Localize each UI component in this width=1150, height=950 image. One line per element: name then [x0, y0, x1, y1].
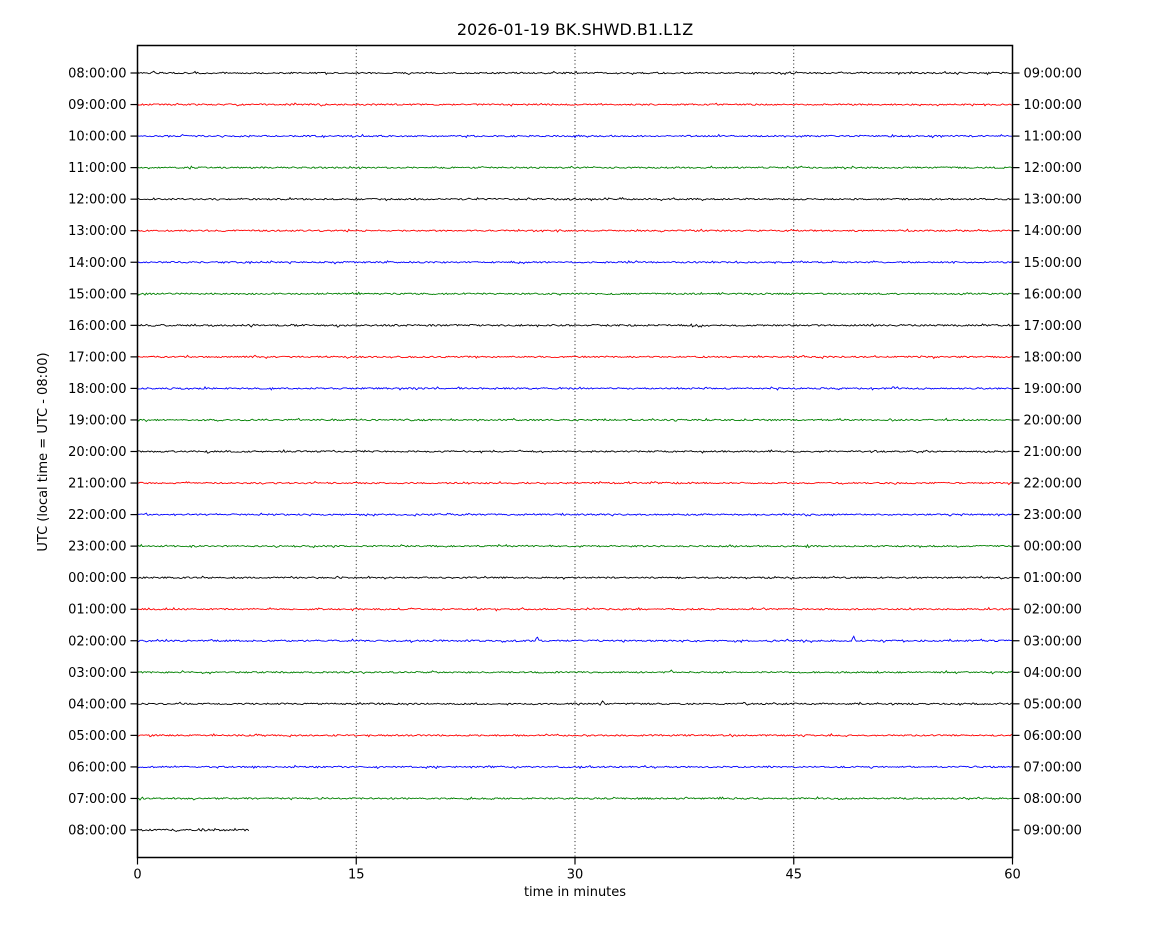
y-tick-left-label: 20:00:00	[68, 445, 126, 460]
y-tick-right-label: 23:00:00	[1024, 508, 1082, 523]
y-tick-right-label: 18:00:00	[1024, 350, 1082, 365]
y-tick-right-label: 14:00:00	[1024, 224, 1082, 239]
y-tick-right-label: 12:00:00	[1024, 161, 1082, 176]
y-tick-left-label: 05:00:00	[68, 729, 126, 744]
y-tick-right-label: 02:00:00	[1024, 603, 1082, 618]
trace-row	[138, 482, 1013, 485]
y-axis-label: UTC (local time = UTC - 08:00)	[36, 352, 51, 551]
y-tick-right-label: 09:00:00	[1024, 824, 1082, 839]
y-tick-left-label: 04:00:00	[68, 697, 126, 712]
y-tick-right-label: 16:00:00	[1024, 287, 1082, 302]
y-tick-left-label: 14:00:00	[68, 256, 126, 271]
x-axis-label: time in minutes	[524, 885, 626, 900]
y-tick-right-label: 15:00:00	[1024, 256, 1082, 271]
y-tick-left-label: 00:00:00	[68, 571, 126, 586]
y-tick-left-label: 02:00:00	[68, 634, 126, 649]
y-tick-right-label: 17:00:00	[1024, 319, 1082, 334]
y-tick-left-label: 21:00:00	[68, 477, 126, 492]
plot-title: 2026-01-19 BK.SHWD.B1.L1Z	[457, 20, 693, 39]
y-tick-left-label: 07:00:00	[68, 792, 126, 807]
x-tick-label: 60	[1004, 868, 1021, 883]
y-tick-left-label: 01:00:00	[68, 603, 126, 618]
y-tick-left-label: 09:00:00	[68, 98, 126, 113]
trace-row	[138, 734, 1013, 737]
trace-row	[138, 636, 1013, 642]
y-tick-left-label: 15:00:00	[68, 287, 126, 302]
x-tick-label: 45	[785, 868, 802, 883]
y-tick-right-label: 21:00:00	[1024, 445, 1082, 460]
y-tick-right-label: 08:00:00	[1024, 792, 1082, 807]
y-tick-left-label: 18:00:00	[68, 382, 126, 397]
trace-row	[138, 292, 1013, 295]
y-tick-right-label: 03:00:00	[1024, 634, 1082, 649]
y-tick-right-label: 20:00:00	[1024, 413, 1082, 428]
figure: 2026-01-19 BK.SHWD.B1.L1Z UTC (local tim…	[0, 0, 1150, 950]
y-tick-left-label: 16:00:00	[68, 319, 126, 334]
x-tick-label: 30	[567, 868, 584, 883]
trace-row	[138, 797, 1013, 800]
axis-ticks	[131, 73, 1020, 865]
y-tick-right-label: 13:00:00	[1024, 193, 1082, 208]
y-tick-right-label: 10:00:00	[1024, 98, 1082, 113]
x-tick-label: 0	[133, 868, 141, 883]
helicorder-plot: 2026-01-19 BK.SHWD.B1.L1Z UTC (local tim…	[0, 0, 1150, 950]
y-tick-left-label: 22:00:00	[68, 508, 126, 523]
y-tick-left-label: 08:00:00	[68, 824, 126, 839]
y-tick-right-label: 07:00:00	[1024, 760, 1082, 775]
trace-row	[138, 608, 1013, 611]
trace-row	[138, 670, 1013, 674]
trace-row	[138, 198, 1013, 201]
y-tick-right-label: 06:00:00	[1024, 729, 1082, 744]
y-tick-left-label: 23:00:00	[68, 540, 126, 555]
x-tick-label: 15	[348, 868, 365, 883]
y-tick-right-label: 01:00:00	[1024, 571, 1082, 586]
y-tick-left-label: 17:00:00	[68, 350, 126, 365]
y-tick-right-label: 00:00:00	[1024, 540, 1082, 555]
y-tick-left-label: 08:00:00	[68, 67, 126, 82]
y-tick-left-label: 06:00:00	[68, 760, 126, 775]
y-tick-right-label: 11:00:00	[1024, 130, 1082, 145]
trace-row	[138, 387, 1013, 390]
y-tick-right-label: 09:00:00	[1024, 67, 1082, 82]
y-tick-left-label: 10:00:00	[68, 130, 126, 145]
trace-row	[138, 418, 1013, 421]
y-tick-right-label: 04:00:00	[1024, 666, 1082, 681]
y-tick-right-label: 22:00:00	[1024, 477, 1082, 492]
y-tick-right-label: 19:00:00	[1024, 382, 1082, 397]
y-tick-left-label: 03:00:00	[68, 666, 126, 681]
y-tick-left-label: 19:00:00	[68, 413, 126, 428]
trace-rows	[138, 71, 1013, 831]
y-tick-left-label: 12:00:00	[68, 193, 126, 208]
trace-row	[138, 71, 1013, 74]
trace-row	[138, 829, 249, 832]
y-tick-right-label: 05:00:00	[1024, 697, 1082, 712]
y-tick-left-label: 11:00:00	[68, 161, 126, 176]
y-tick-left-label: 13:00:00	[68, 224, 126, 239]
